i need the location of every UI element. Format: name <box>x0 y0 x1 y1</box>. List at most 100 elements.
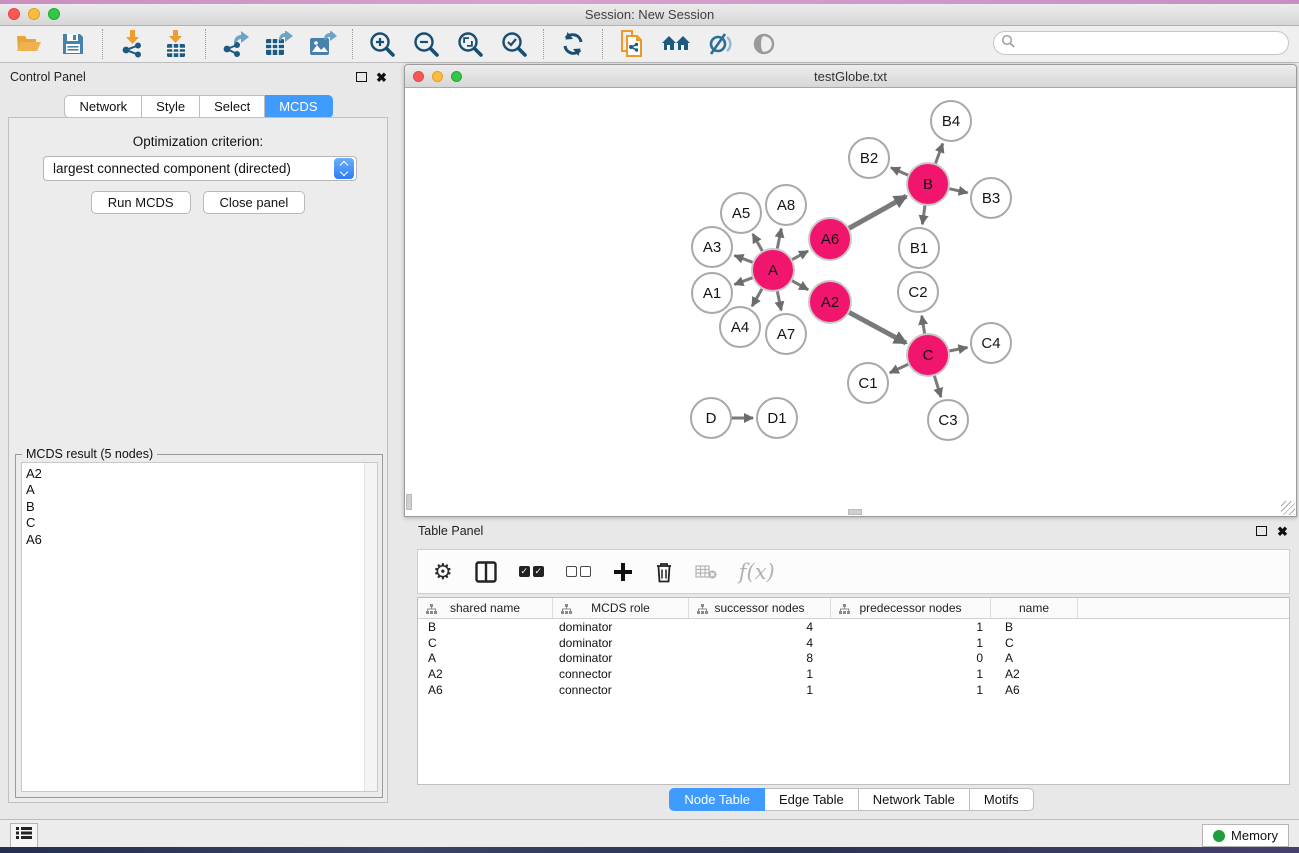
column-layout-icon[interactable] <box>475 561 497 583</box>
save-session-button[interactable] <box>56 29 90 59</box>
export-table-button[interactable] <box>262 29 296 59</box>
edge-A-A5[interactable] <box>753 234 763 253</box>
task-history-button[interactable] <box>10 823 38 848</box>
node-A7[interactable]: A7 <box>766 314 806 354</box>
export-network-button[interactable] <box>218 29 252 59</box>
node-A2[interactable]: A2 <box>809 281 851 323</box>
close-panel-button[interactable]: Close panel <box>203 191 306 214</box>
column-header-predecessor-nodes[interactable]: predecessor nodes <box>831 598 991 618</box>
node-A[interactable]: A <box>752 249 794 291</box>
node-C2[interactable]: C2 <box>898 272 938 312</box>
node-A4[interactable]: A4 <box>720 307 760 347</box>
import-table-button[interactable] <box>159 29 193 59</box>
minimize-window-button[interactable] <box>28 8 40 20</box>
edge-B-B4[interactable] <box>935 144 943 166</box>
node-A5[interactable]: A5 <box>721 193 761 233</box>
zoom-in-button[interactable] <box>365 29 399 59</box>
window-resize-grip[interactable] <box>1281 501 1295 515</box>
close-window-button[interactable] <box>8 8 20 20</box>
node-C3[interactable]: C3 <box>928 400 968 440</box>
network-horizontal-scrollbar[interactable] <box>848 509 862 515</box>
zoom-window-button[interactable] <box>48 8 60 20</box>
node-A8[interactable]: A8 <box>766 185 806 225</box>
search-input[interactable] <box>1015 36 1288 50</box>
column-header-successor-nodes[interactable]: successor nodes <box>689 598 831 618</box>
edge-A6-B[interactable] <box>847 196 906 229</box>
node-D1[interactable]: D1 <box>757 398 797 438</box>
edge-C-C1[interactable] <box>890 363 910 372</box>
network-minimize-button[interactable] <box>432 71 443 82</box>
hide-details-button[interactable] <box>703 29 737 59</box>
network-window-titlebar[interactable]: testGlobe.txt <box>405 65 1296 88</box>
mcds-result-list[interactable]: A2ABCA6 <box>21 462 378 792</box>
edge-A-A7[interactable] <box>777 290 781 311</box>
edge-A2-C[interactable] <box>848 312 906 344</box>
node-C1[interactable]: C1 <box>848 363 888 403</box>
table-row[interactable]: Cdominator41C <box>418 635 1289 651</box>
zoom-fit-button[interactable] <box>453 29 487 59</box>
node-B2[interactable]: B2 <box>849 138 889 178</box>
tab-style[interactable]: Style <box>142 95 200 118</box>
table-row[interactable]: Adominator80A <box>418 651 1289 667</box>
node-A1[interactable]: A1 <box>692 273 732 313</box>
edge-C-C4[interactable] <box>948 347 968 351</box>
node-B4[interactable]: B4 <box>931 101 971 141</box>
deselect-all-checkboxes-icon[interactable] <box>566 566 591 577</box>
control-panel-float-icon[interactable] <box>356 72 367 82</box>
edge-A-A1[interactable] <box>734 277 754 284</box>
open-session-button[interactable] <box>12 29 46 59</box>
column-header-name[interactable]: name <box>991 598 1078 618</box>
tab-network[interactable]: Network <box>64 95 142 118</box>
node-C4[interactable]: C4 <box>971 323 1011 363</box>
tab-edge-table[interactable]: Edge Table <box>765 788 859 811</box>
add-column-icon[interactable] <box>613 562 633 582</box>
table-settings-gear-icon[interactable]: ⚙ <box>433 561 453 583</box>
network-graph[interactable]: B4 B2 B B3 A5A8A6 A3 B1 A A1 C2 A2 A4A7 C4 C C1 C3 D D1 <box>406 89 1296 516</box>
node-A3[interactable]: A3 <box>692 227 732 267</box>
column-header-MCDS-role[interactable]: MCDS role <box>553 598 689 618</box>
edge-C-C3[interactable] <box>934 374 941 397</box>
result-list-item[interactable]: C <box>22 515 377 531</box>
run-mcds-button[interactable]: Run MCDS <box>91 191 191 214</box>
table-panel-close-icon[interactable]: ✖ <box>1277 524 1288 540</box>
network-close-button[interactable] <box>413 71 424 82</box>
node-A6[interactable]: A6 <box>809 218 851 260</box>
zoom-out-button[interactable] <box>409 29 443 59</box>
duplicate-network-button[interactable] <box>615 29 649 59</box>
import-network-button[interactable] <box>115 29 149 59</box>
refresh-button[interactable] <box>556 29 590 59</box>
tab-select[interactable]: Select <box>200 95 265 118</box>
result-list-item[interactable]: B <box>22 499 377 515</box>
table-row[interactable]: A6connector11A6 <box>418 682 1289 698</box>
search-field[interactable] <box>993 31 1289 55</box>
table-row[interactable]: Bdominator41B <box>418 619 1289 635</box>
table-row[interactable]: A2connector11A2 <box>418 666 1289 682</box>
tab-network-table[interactable]: Network Table <box>859 788 970 811</box>
optimization-criterion-dropdown[interactable]: largest connected component (directed) <box>43 156 357 181</box>
tab-mcds[interactable]: MCDS <box>265 95 332 118</box>
edge-B-B1[interactable] <box>922 204 925 224</box>
function-builder-icon[interactable]: f(x) <box>739 560 775 584</box>
table-panel-float-icon[interactable] <box>1256 526 1267 536</box>
delete-table-icon[interactable] <box>695 564 717 580</box>
network-canvas[interactable]: B4 B2 B B3 A5A8A6 A3 B1 A A1 C2 A2 A4A7 C4 C C1 C3 D D1 <box>406 89 1296 516</box>
tab-node-table[interactable]: Node Table <box>669 788 765 811</box>
memory-button[interactable]: Memory <box>1202 824 1289 847</box>
edge-A-A8[interactable] <box>777 229 781 251</box>
node-D[interactable]: D <box>691 398 731 438</box>
node-B[interactable]: B <box>907 163 949 205</box>
edge-A-A4[interactable] <box>752 287 763 306</box>
node-B3[interactable]: B3 <box>971 178 1011 218</box>
result-list-item[interactable]: A2 <box>22 466 377 482</box>
node-B1[interactable]: B1 <box>899 228 939 268</box>
tab-motifs[interactable]: Motifs <box>970 788 1034 811</box>
column-header-shared-name[interactable]: shared name <box>418 598 553 618</box>
select-all-checkboxes-icon[interactable]: ✓✓ <box>519 566 544 577</box>
network-zoom-button[interactable] <box>451 71 462 82</box>
eye-button[interactable] <box>747 29 781 59</box>
edge-B-B2[interactable] <box>891 168 910 176</box>
result-list-scrollbar[interactable] <box>364 463 377 791</box>
node-C[interactable]: C <box>907 334 949 376</box>
network-vertical-scrollbar[interactable] <box>406 494 412 510</box>
delete-column-icon[interactable] <box>655 561 673 583</box>
